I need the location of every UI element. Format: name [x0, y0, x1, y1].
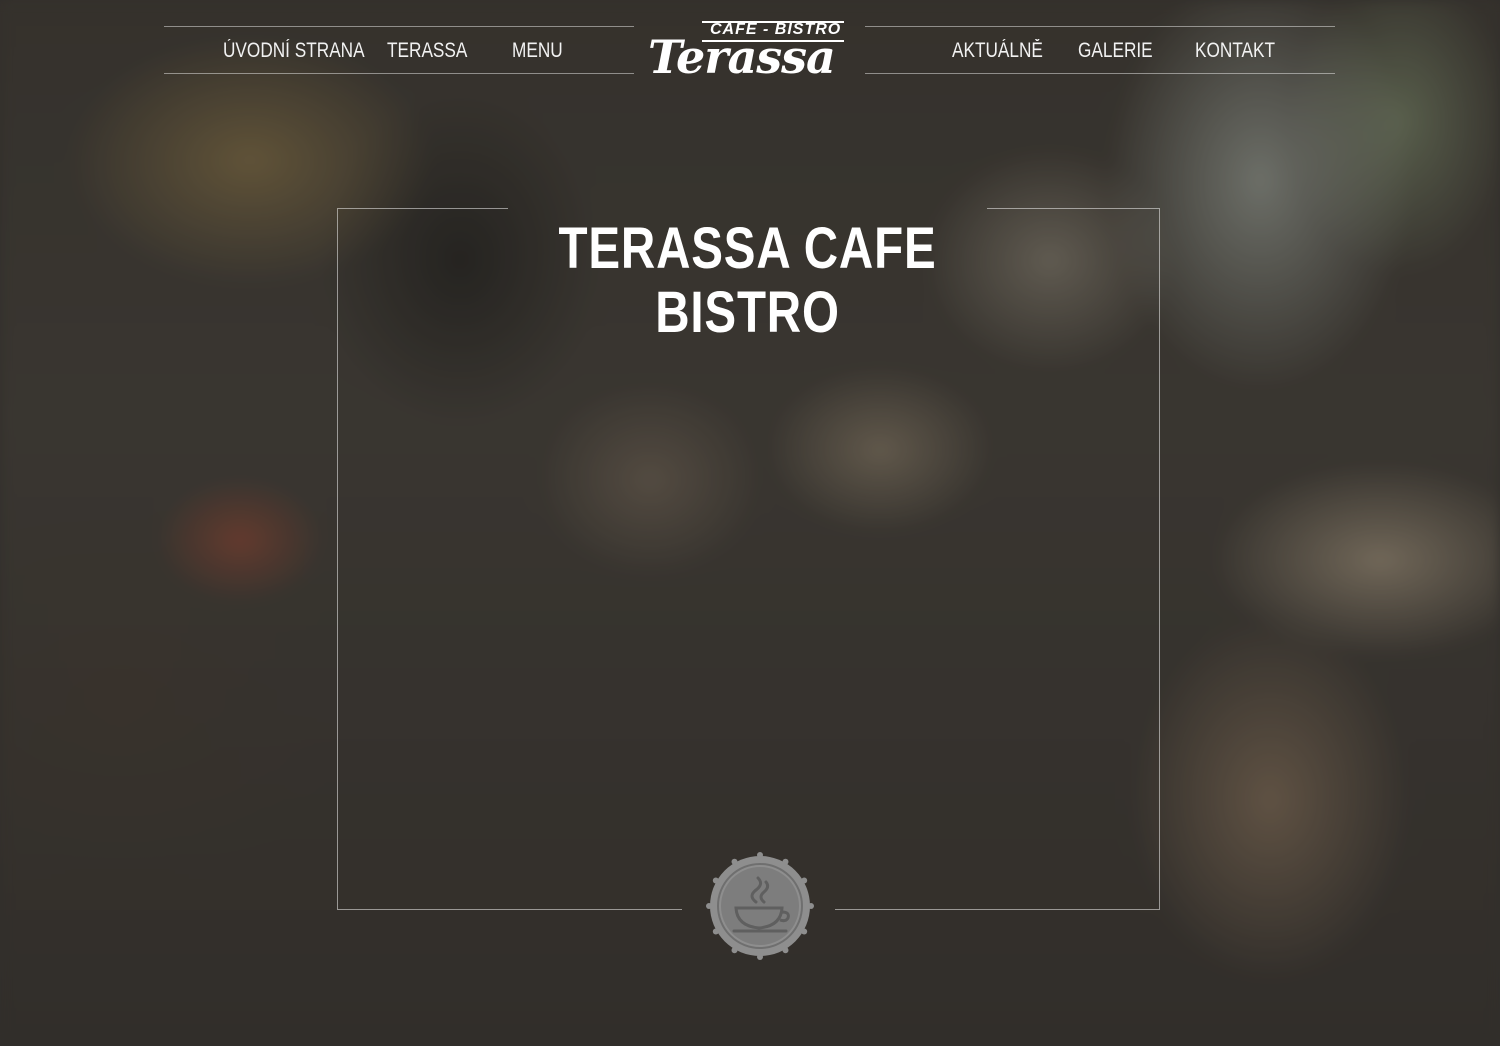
nav-item-home[interactable]: ÚVODNÍ STRANA [223, 36, 365, 66]
nav-item-gallery[interactable]: GALERIE [1078, 36, 1153, 66]
nav-item-menu[interactable]: MENU [512, 36, 563, 66]
site-logo[interactable]: CAFE - BISTRO Terassa [648, 18, 853, 82]
coffee-badge [706, 852, 814, 960]
nav-item-terassa[interactable]: TERASSA [387, 36, 467, 66]
nav-item-news[interactable]: AKTUÁLNĚ [952, 36, 1043, 66]
page-title: TERASSA CAFE BISTRO [558, 215, 937, 345]
logo-wordmark: Terassa [648, 30, 836, 84]
nav-item-contact[interactable]: KONTAKT [1195, 36, 1275, 66]
coffee-cup-icon [706, 852, 814, 960]
